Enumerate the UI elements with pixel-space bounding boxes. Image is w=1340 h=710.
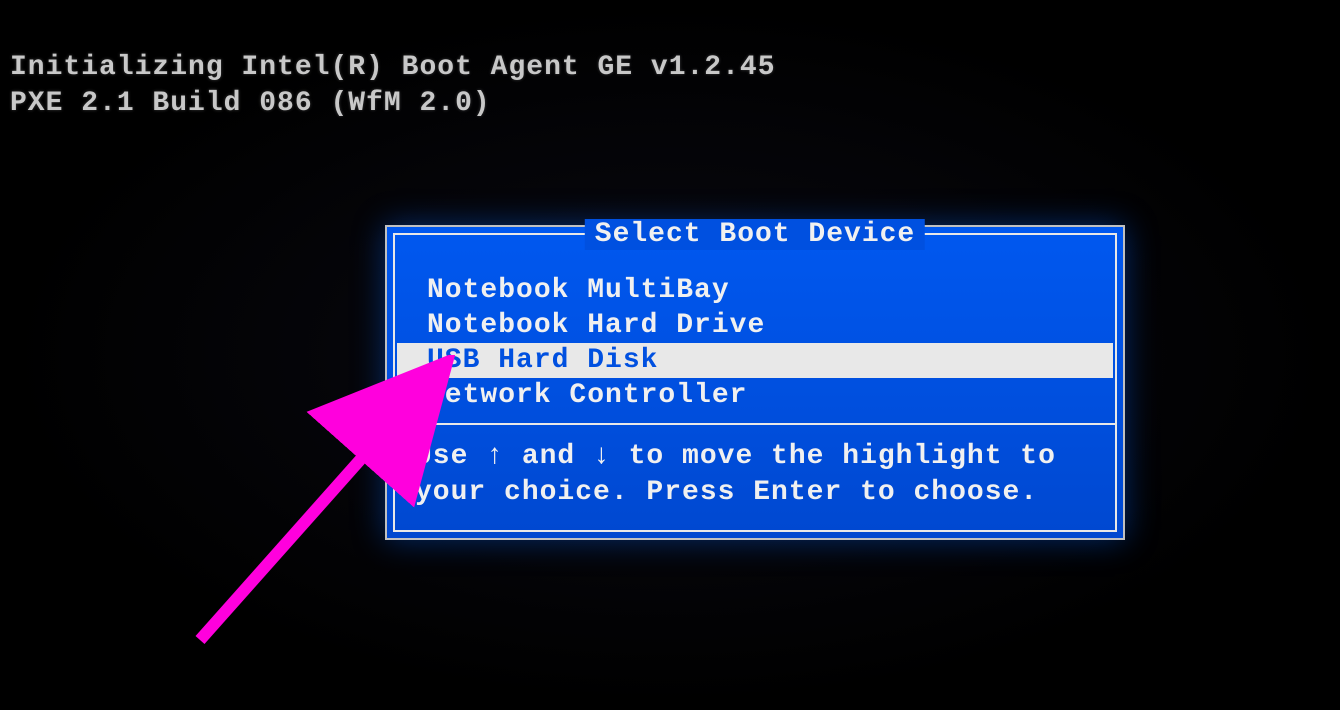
help-text: Use ↑ and ↓ to move the highlight to you… bbox=[407, 435, 1103, 520]
boot-option-hard-drive[interactable]: Notebook Hard Drive bbox=[407, 308, 1103, 343]
dialog-divider bbox=[395, 423, 1115, 425]
boot-line-1: Initializing Intel(R) Boot Agent GE v1.2… bbox=[10, 50, 776, 86]
boot-option-multibay[interactable]: Notebook MultiBay bbox=[407, 273, 1103, 308]
help-line-1: Use ↑ and ↓ to move the highlight to bbox=[415, 439, 1095, 475]
boot-option-network-controller[interactable]: Network Controller bbox=[407, 378, 1103, 413]
boot-device-dialog: Select Boot Device Notebook MultiBay Not… bbox=[385, 225, 1125, 540]
dialog-inner-frame: Select Boot Device Notebook MultiBay Not… bbox=[393, 233, 1117, 532]
dialog-title: Select Boot Device bbox=[585, 219, 925, 250]
boot-option-usb-hard-disk[interactable]: USB Hard Disk bbox=[397, 343, 1113, 378]
help-line-2: your choice. Press Enter to choose. bbox=[415, 475, 1095, 511]
boot-init-text: Initializing Intel(R) Boot Agent GE v1.2… bbox=[10, 50, 776, 123]
boot-line-2: PXE 2.1 Build 086 (WfM 2.0) bbox=[10, 86, 776, 122]
